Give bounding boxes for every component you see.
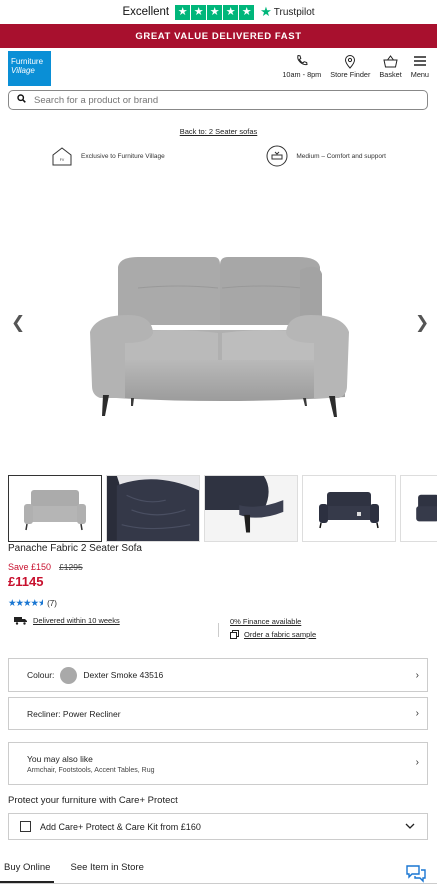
sofa-image [90, 257, 349, 417]
product-info: Panache Fabric 2 Seater Sofa Save £150 £… [8, 543, 428, 609]
fabric-sample-text: Order a fabric sample [244, 630, 317, 639]
thumbnail-1[interactable] [8, 475, 102, 542]
care-protect-option[interactable]: Add Care+ Protect & Care Kit from £160 [8, 813, 428, 840]
you-may-also-like[interactable]: You may also like Armchair, Footstools, … [8, 742, 428, 785]
chevron-right-icon[interactable]: ❯ [415, 313, 429, 333]
house-icon: FV [51, 145, 73, 167]
swatch-sample-icon [230, 630, 239, 639]
star-icon: ★ [239, 4, 255, 20]
basket-icon [383, 52, 398, 70]
hamburger-icon [413, 52, 427, 70]
price-save-row: Save £150 £1295 [8, 562, 428, 572]
phone-link[interactable]: 10am - 8pm [282, 52, 321, 79]
product-name: Panache Fabric 2 Seater Sofa [8, 543, 142, 554]
current-price: £1145 [8, 574, 44, 589]
thumbnail-3[interactable] [204, 475, 298, 542]
menu-label: Menu [410, 70, 429, 79]
feature-exclusive: FV Exclusive to Furniture Village [51, 145, 165, 167]
trustpilot-logo: ★ Trustpilot [260, 4, 314, 20]
basket-link[interactable]: Basket [379, 52, 402, 79]
rating-row[interactable]: ★★★★★ (7) [8, 598, 428, 609]
star-icon: ★ [191, 4, 207, 20]
logo-line1: Furniture [11, 56, 44, 66]
thumbnail-strip [8, 475, 437, 542]
star-icon: ★ [223, 4, 239, 20]
purchase-tabs: Buy Online See Item in Store [0, 857, 437, 884]
trustpilot-bar[interactable]: Excellent ★ ★ ★ ★ ★ ★ Trustpilot [0, 0, 437, 24]
care-protect-label: Add Care+ Protect & Care Kit from £160 [40, 821, 201, 832]
truck-icon [14, 617, 27, 625]
basket-label: Basket [379, 70, 402, 79]
chevron-down-icon[interactable] [405, 821, 415, 832]
delivery-text: Delivered within 10 weeks [33, 616, 120, 625]
product-features: FV Exclusive to Furniture Village Medium… [0, 145, 437, 167]
product-image-gallery[interactable]: ❮ ❯ [0, 200, 437, 465]
colour-label: Colour: [27, 670, 55, 680]
tab-buy-online[interactable]: Buy Online [0, 857, 55, 883]
thumb-fabric-closeup [107, 476, 199, 541]
rating-stars-icon: ★★★★★ [8, 598, 44, 609]
finance-link[interactable]: 0% Finance available [230, 617, 301, 626]
furniture-village-logo[interactable]: Furniture Village [8, 50, 51, 86]
chevron-right-icon: › [415, 757, 419, 768]
also-title: You may also like [27, 753, 93, 764]
thumb-sofa-partial [416, 494, 437, 521]
colour-selector[interactable]: Colour: Dexter Smoke 43516 › [8, 658, 428, 692]
tab-see-in-store[interactable]: See Item in Store [66, 857, 147, 883]
recliner-selector[interactable]: Recliner: Power Recliner › [8, 697, 428, 730]
svg-text:FV: FV [60, 158, 65, 162]
thumb-sofa-image [24, 489, 86, 530]
store-finder-label: Store Finder [330, 70, 371, 79]
recliner-label: Recliner: Power Recliner [27, 708, 121, 719]
star-icon: ★ [207, 4, 223, 20]
star-icon: ★ [175, 4, 191, 20]
chevron-right-icon: › [415, 708, 419, 719]
menu-button[interactable]: Menu [411, 52, 429, 79]
search-bar[interactable] [8, 90, 428, 110]
search-input[interactable] [34, 94, 394, 106]
was-price: £1295 [59, 562, 83, 572]
site-header: Furniture Village 10am - 8pm Store Finde… [0, 48, 437, 88]
phone-icon [295, 52, 309, 70]
opening-hours: 10am - 8pm [282, 70, 322, 79]
thumb-leg-closeup [205, 476, 297, 541]
divider [218, 623, 219, 637]
store-finder-link[interactable]: Store Finder [330, 52, 370, 79]
thumbnail-5[interactable] [400, 475, 437, 542]
chat-icon[interactable] [405, 863, 427, 884]
promo-banner[interactable]: GREAT VALUE DELIVERED FAST [0, 24, 437, 48]
trustpilot-star-icon: ★ [260, 4, 272, 19]
comfort-icon [266, 145, 288, 167]
save-amount: Save £150 [8, 562, 52, 572]
colour-value: Dexter Smoke 43516 [83, 670, 164, 680]
trustpilot-brand: Trustpilot [273, 6, 315, 18]
feature-comfort: Medium – Comfort and support [266, 145, 386, 167]
logo-line2: Village [11, 65, 35, 75]
protect-title: Protect your furniture with Care+ Protec… [8, 795, 178, 806]
trustpilot-excellent: Excellent [122, 6, 170, 18]
also-subtitle: Armchair, Footstools, Accent Tables, Rug [27, 766, 155, 774]
delivery-info[interactable]: Delivered within 10 weeks [14, 616, 120, 625]
trustpilot-stars: ★ ★ ★ ★ ★ [175, 4, 255, 20]
colour-swatch [60, 666, 78, 684]
review-count: (7) [47, 599, 57, 608]
feature-comfort-label: Medium – Comfort and support [296, 152, 386, 160]
fabric-sample-link[interactable]: Order a fabric sample [230, 630, 316, 639]
search-icon [17, 94, 26, 106]
thumb-sofa-navy [319, 491, 379, 528]
location-pin-icon [344, 52, 356, 70]
header-nav: 10am - 8pm Store Finder Basket Menu [273, 52, 429, 79]
care-protect-checkbox[interactable] [20, 821, 31, 832]
feature-exclusive-label: Exclusive to Furniture Village [81, 152, 165, 160]
chevron-right-icon: › [415, 669, 419, 681]
promo-text: GREAT VALUE DELIVERED FAST [135, 30, 302, 42]
back-link[interactable]: Back to: 2 Seater sofas [180, 127, 258, 136]
breadcrumb: Back to: 2 Seater sofas [0, 127, 437, 136]
thumbnail-4[interactable] [302, 475, 396, 542]
thumbnail-2[interactable] [106, 475, 200, 542]
